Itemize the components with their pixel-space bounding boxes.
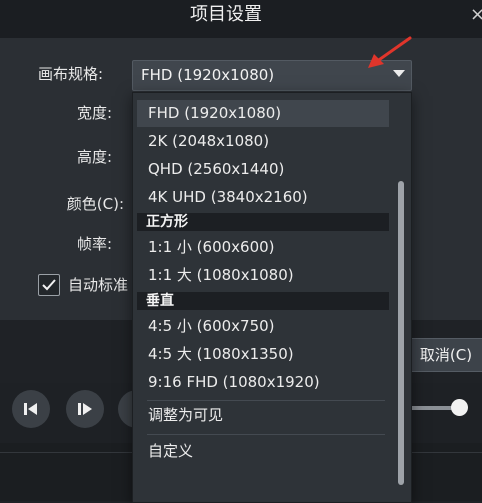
option-2k[interactable]: 2K (2048x1080) [137, 128, 389, 155]
color-label: 颜色(C): [66, 195, 124, 213]
option-45-small[interactable]: 4:5 小 (600x750) [137, 313, 389, 340]
frame-rate-label: 帧率: [76, 235, 112, 253]
width-label: 宽度: [76, 104, 112, 122]
option-fit-visible[interactable]: 调整为可见 [137, 402, 389, 429]
dropdown-separator [147, 400, 385, 401]
dropdown-scrollbar[interactable] [398, 181, 404, 485]
group-vertical-header: 垂直 [137, 292, 389, 310]
check-icon [42, 279, 56, 291]
step-forward-button[interactable] [66, 390, 104, 428]
group-square-header: 正方形 [137, 213, 389, 231]
option-square-small[interactable]: 1:1 小 (600x600) [137, 234, 389, 261]
option-square-large[interactable]: 1:1 大 (1080x1080) [137, 262, 389, 289]
annotation-arrow-icon [368, 36, 412, 68]
step-forward-icon [78, 403, 92, 415]
step-back-icon [24, 403, 37, 415]
dialog-title: 项目设置 [190, 4, 262, 25]
option-custom[interactable]: 自定义 [137, 438, 389, 465]
dropdown-separator [147, 434, 385, 435]
height-label: 高度: [76, 148, 112, 166]
cancel-button[interactable]: 取消(C) [407, 338, 482, 372]
volume-slider-thumb[interactable] [451, 399, 468, 416]
option-916-fhd[interactable]: 9:16 FHD (1080x1920) [137, 369, 389, 396]
auto-normalize-checkbox[interactable] [38, 274, 60, 296]
close-icon[interactable]: × [470, 4, 482, 25]
canvas-size-dropdown: FHD (1920x1080) 2K (2048x1080) QHD (2560… [132, 92, 412, 503]
option-4k-uhd[interactable]: 4K UHD (3840x2160) [137, 184, 389, 211]
canvas-size-label: 画布规格: [38, 65, 104, 83]
step-back-button[interactable] [12, 390, 50, 428]
option-45-large[interactable]: 4:5 大 (1080x1350) [137, 341, 389, 368]
auto-normalize-label: 自动标准 [68, 276, 129, 294]
option-qhd[interactable]: QHD (2560x1440) [137, 156, 389, 183]
canvas-size-value: FHD (1920x1080) [141, 66, 275, 84]
option-fhd[interactable]: FHD (1920x1080) [137, 100, 389, 127]
